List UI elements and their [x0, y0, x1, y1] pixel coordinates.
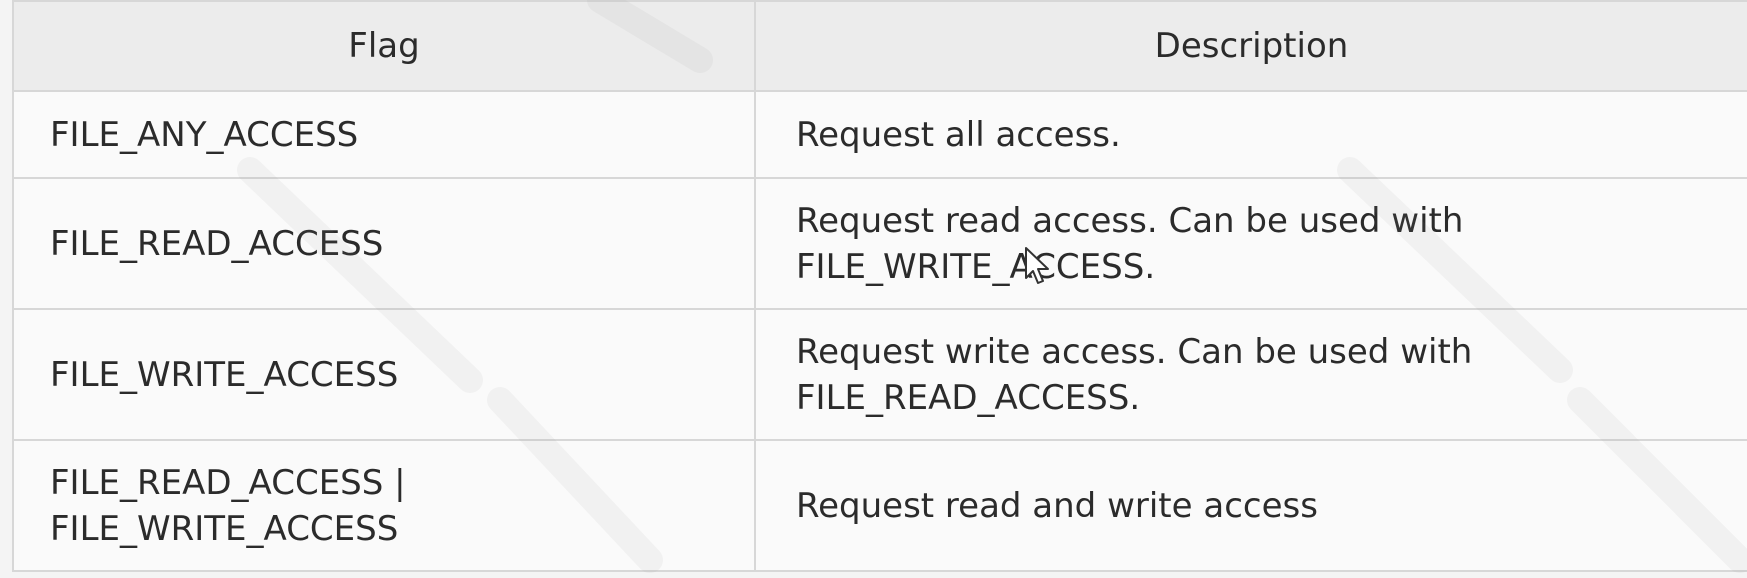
- description-cell: Request write access. Can be used with F…: [754, 308, 1747, 441]
- flag-cell: FILE_READ_ACCESS: [12, 177, 756, 310]
- table-row: FILE_ANY_ACCESS Request all access.: [12, 90, 1747, 179]
- description-text: Request read access. Can be used with FI…: [796, 200, 1464, 287]
- description-cell: Request all access.: [754, 90, 1747, 179]
- table-row: FILE_READ_ACCESS | FILE_WRITE_ACCESS Req…: [12, 439, 1747, 572]
- flag-text: FILE_READ_ACCESS: [50, 223, 384, 264]
- description-text: Request read and write access: [796, 485, 1318, 526]
- table-header-row: Flag Description: [12, 0, 1747, 92]
- flag-cell: FILE_READ_ACCESS | FILE_WRITE_ACCESS: [12, 439, 756, 572]
- flag-text: FILE_WRITE_ACCESS: [50, 354, 399, 395]
- description-cell: Request read and write access: [754, 439, 1747, 572]
- description-text: Request all access.: [796, 114, 1121, 155]
- table-row: FILE_READ_ACCESS Request read access. Ca…: [12, 177, 1747, 310]
- description-cell: Request read access. Can be used with FI…: [754, 177, 1747, 310]
- column-header-description: Description: [754, 0, 1747, 92]
- mouse-cursor-icon: [1025, 247, 1049, 284]
- table-row: FILE_WRITE_ACCESS Request write access. …: [12, 308, 1747, 441]
- flag-text: FILE_READ_ACCESS | FILE_WRITE_ACCESS: [50, 462, 406, 549]
- access-flags-table: Flag Description FILE_ANY_ACCESS Request…: [12, 0, 1747, 572]
- flag-cell: FILE_ANY_ACCESS: [12, 90, 756, 179]
- column-header-flag: Flag: [12, 0, 756, 92]
- flag-cell: FILE_WRITE_ACCESS: [12, 308, 756, 441]
- page: Flag Description FILE_ANY_ACCESS Request…: [0, 0, 1747, 578]
- description-text: Request write access. Can be used with F…: [796, 331, 1473, 418]
- flag-text: FILE_ANY_ACCESS: [50, 114, 359, 155]
